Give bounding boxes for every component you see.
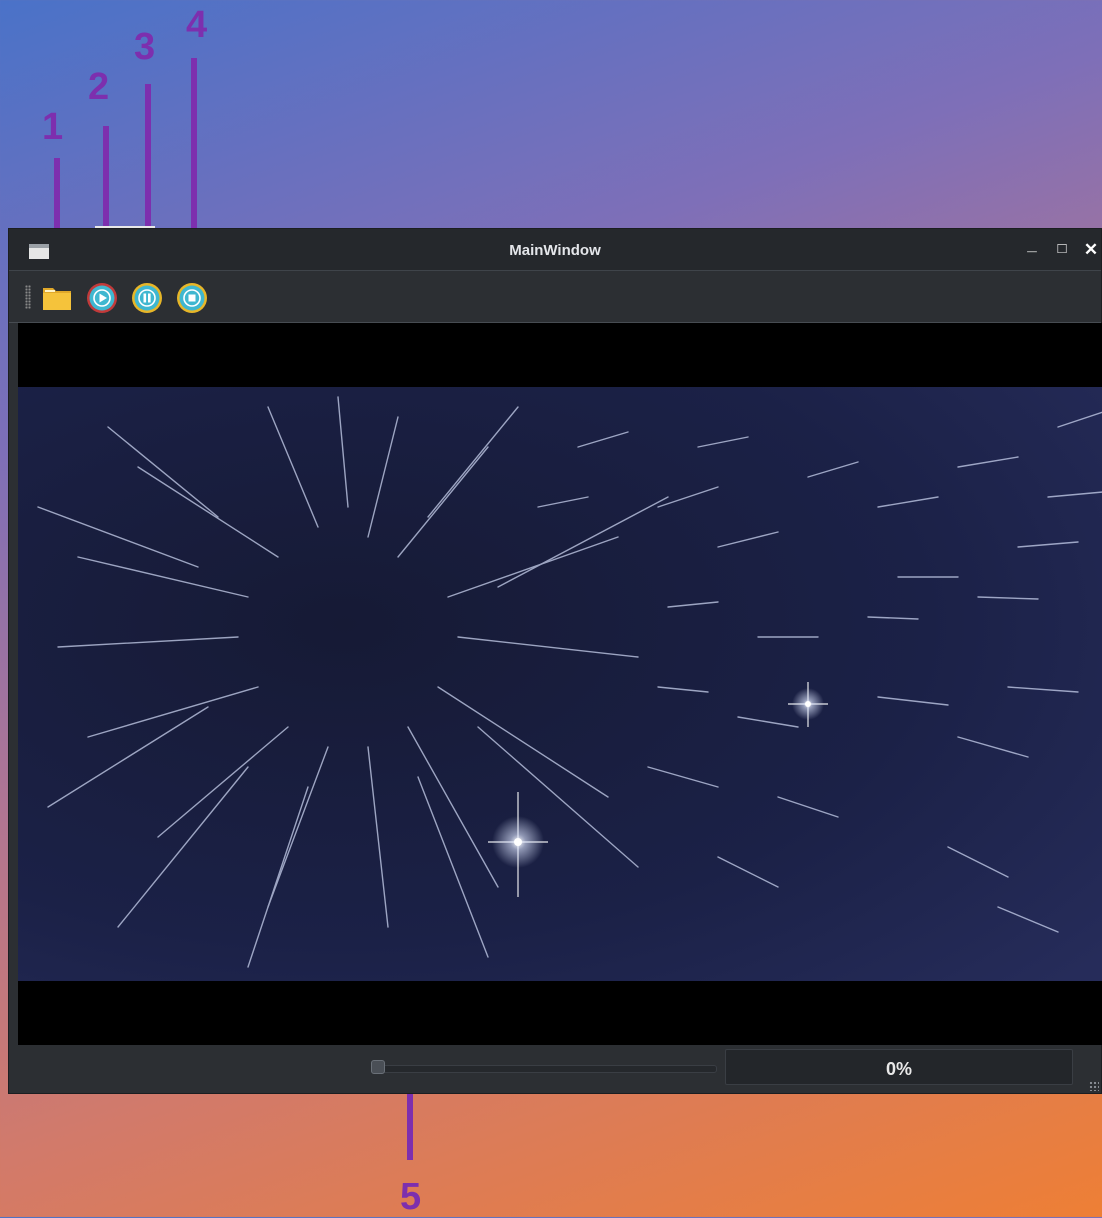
progress-label: 0% [885,1059,912,1079]
open-file-button[interactable] [41,282,73,314]
main-window: MainWindow _ □ ✕ 0% [8,228,1102,1094]
minimize-button[interactable]: _ [1023,235,1041,255]
starfield-video-frame [18,387,1102,981]
toolbar-grip[interactable] [25,285,31,309]
callout-number-4: 4 [186,4,208,46]
play-button[interactable] [86,282,118,314]
pause-icon [132,283,162,313]
title-bar[interactable]: MainWindow _ □ ✕ [9,229,1101,271]
callout-number-3: 3 [134,26,156,68]
toolbar [9,271,1101,323]
play-icon [87,283,117,313]
resize-grip[interactable] [1089,1081,1099,1091]
window-title: MainWindow [509,242,601,259]
stop-button[interactable] [176,282,208,314]
stop-icon [177,283,207,313]
close-button[interactable]: ✕ [1082,240,1100,260]
callout-number-5: 5 [400,1176,422,1218]
folder-icon [43,288,71,310]
seek-slider-track[interactable] [371,1065,717,1073]
seek-slider-handle[interactable] [371,1060,385,1074]
pause-button[interactable] [131,282,163,314]
maximize-button[interactable]: □ [1053,240,1071,257]
callout-number-2: 2 [88,66,110,108]
progress-indicator: 0% [725,1049,1073,1085]
callout-number-1: 1 [42,106,64,148]
video-display[interactable] [18,323,1102,1045]
